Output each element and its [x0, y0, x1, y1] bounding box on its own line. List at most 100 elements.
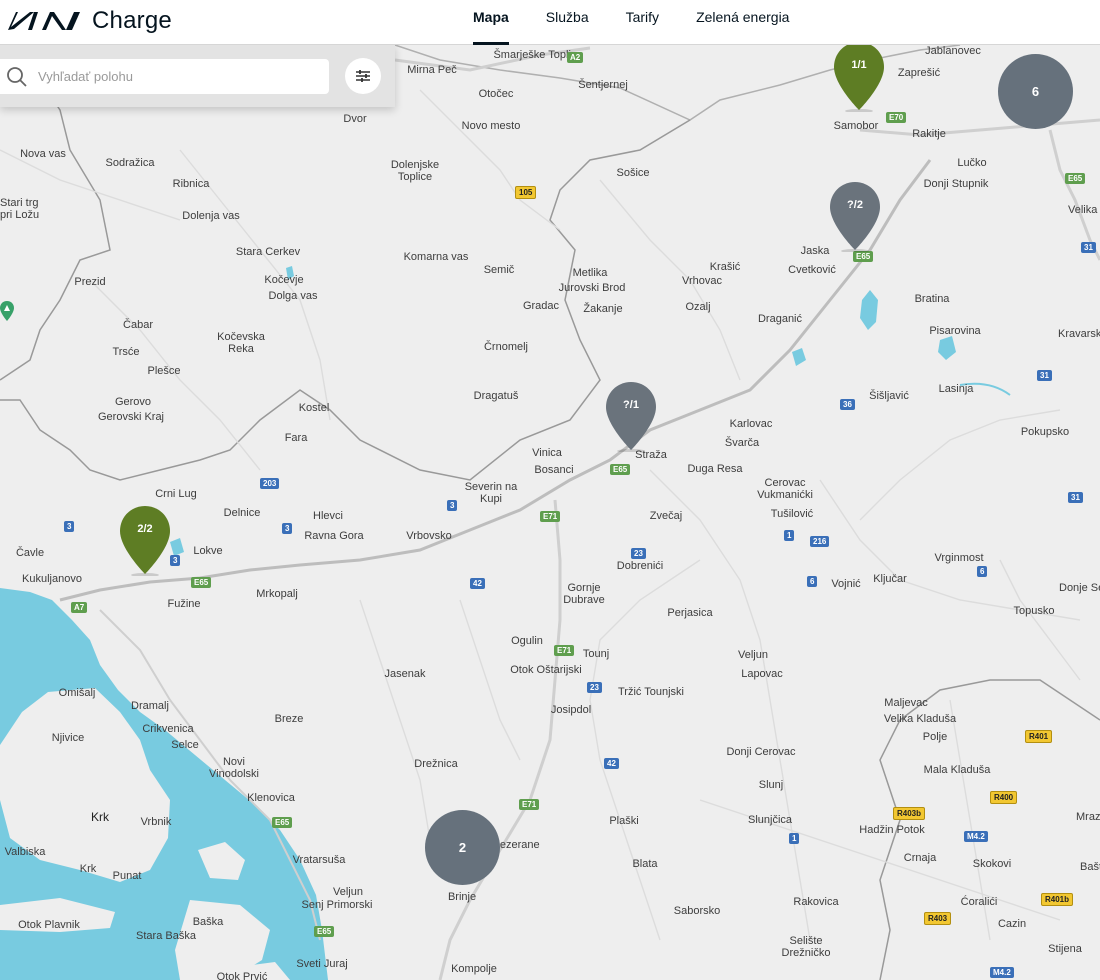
place-label: Mala Kladuša	[923, 764, 991, 776]
place-label: Donje Selo	[1059, 582, 1100, 594]
road-shield: R401b	[1041, 893, 1074, 906]
place-label: Stara Cerkev	[235, 246, 301, 258]
place-label: Crikvenica	[142, 723, 194, 735]
poi-marker-icon[interactable]	[0, 301, 14, 323]
place-label: Samobor	[833, 120, 879, 132]
place-label: Crni Lug	[155, 488, 197, 500]
filter-button[interactable]	[345, 58, 381, 94]
place-label: Crnaja	[903, 852, 937, 864]
place-label: Otočec	[478, 88, 514, 100]
place-label: Lokve	[193, 545, 223, 557]
filter-sliders-icon	[356, 70, 370, 82]
nav-tarify[interactable]: Tarify	[626, 0, 659, 44]
location-search-input[interactable]	[36, 68, 310, 85]
place-label: Tounj	[582, 648, 610, 660]
nav-zelena-energia[interactable]: Zelená energia	[696, 0, 789, 44]
road-shield: 31	[1037, 370, 1052, 381]
place-label: Kravarsko	[1058, 328, 1100, 340]
kia-charge-logo[interactable]: Charge	[6, 6, 172, 36]
place-label: Kompolje	[451, 963, 497, 975]
map-pin-icon	[830, 182, 880, 252]
map-canvas[interactable]: Šmarješke Toplice Mirna Peč Šentjernej O…	[0, 45, 1100, 980]
kia-logo-icon	[8, 12, 80, 30]
road-shield: M4.2	[964, 831, 988, 842]
road-shield: 31	[1068, 492, 1083, 503]
road-shield: 3	[282, 523, 293, 534]
place-label: Cazin	[997, 918, 1027, 930]
road-shield: 1	[789, 833, 800, 844]
place-label: Selce	[171, 739, 199, 751]
place-label: Baška	[192, 916, 224, 928]
place-label: Nova vas	[20, 148, 66, 160]
place-label: Rakitje	[912, 128, 946, 140]
place-label: Stijena	[1048, 943, 1082, 955]
map-pin-icon	[606, 382, 656, 452]
place-label: Otok Oštarijski	[510, 664, 582, 676]
place-label: Mrkopalj	[256, 588, 298, 600]
search-box[interactable]	[0, 59, 329, 94]
nav-mapa[interactable]: Mapa	[473, 0, 509, 45]
place-label: Brinje	[447, 891, 477, 903]
place-label: Čavle	[15, 547, 45, 559]
place-label: Pokupsko	[1020, 426, 1070, 438]
place-label: Slunjčica	[747, 814, 793, 826]
top-header: Charge Mapa Služba Tarify Zelená energia	[0, 0, 1100, 45]
place-label: Pisarovina	[929, 325, 981, 337]
road-shield: E71	[519, 799, 540, 810]
road-shield: 42	[604, 758, 619, 769]
place-label: Vratarsuša	[292, 854, 346, 866]
road-shield: E70	[886, 112, 907, 123]
place-label: Kočevje	[264, 274, 304, 286]
place-label: Donji Cerovac	[726, 746, 796, 758]
station-cluster[interactable]: 2	[425, 810, 500, 885]
road-shield: A7	[71, 602, 88, 613]
road-shield: E65	[191, 577, 212, 588]
charging-station-marker[interactable]: 2/2	[118, 504, 172, 576]
charging-station-marker[interactable]: 1/1	[832, 45, 886, 112]
place-label: Rakovica	[793, 896, 839, 908]
charging-station-marker[interactable]: ?/1	[604, 380, 658, 452]
map-pin-icon	[834, 45, 884, 112]
place-label: Prezid	[74, 276, 106, 288]
place-label: Ribnica	[172, 178, 210, 190]
station-cluster[interactable]: 6	[998, 54, 1073, 129]
charging-station-marker[interactable]: ?/2	[828, 180, 882, 252]
place-label: Gornje Dubrave	[563, 582, 605, 606]
road-shield: R403	[924, 912, 952, 925]
place-label: Donji Stupnik	[923, 178, 989, 190]
place-label: Vrhovac	[682, 275, 722, 287]
marker-availability-label: 2/2	[137, 523, 153, 535]
search-icon	[7, 66, 27, 87]
place-label: Lapovac	[741, 668, 783, 680]
road-shield: R403b	[893, 807, 926, 820]
search-panel	[0, 45, 395, 107]
place-label: Otok Plavnik	[18, 919, 80, 931]
place-label: Breze	[274, 713, 304, 725]
road-shield: 3	[447, 500, 458, 511]
place-label: Črnomelj	[483, 341, 529, 353]
place-label: Mraz	[1076, 811, 1100, 823]
road-shield: 23	[631, 548, 646, 559]
nav-sluzba[interactable]: Služba	[546, 0, 589, 44]
marker-availability-label: ?/2	[847, 199, 863, 211]
road-shield: 23	[587, 682, 602, 693]
road-shield: E65	[610, 464, 631, 475]
place-label: Hadžin Potok	[859, 824, 925, 836]
place-label: Delnice	[223, 507, 261, 519]
place-label: Vrbovsko	[406, 530, 452, 542]
place-label: Plaški	[609, 815, 639, 827]
road-shield: M4.2	[990, 967, 1014, 978]
place-label: Jezerane	[494, 839, 540, 851]
place-label: Semič	[483, 264, 515, 276]
place-label: Skokovi	[972, 858, 1012, 870]
place-label: Gerovski Kraj	[97, 411, 165, 423]
place-label: Stari trg pri Ložu	[0, 197, 40, 221]
place-label: Dvor	[343, 113, 367, 125]
road-shield: E71	[554, 645, 575, 656]
place-label: Selište Drežničko	[781, 935, 831, 959]
place-label: Krk	[79, 863, 97, 875]
place-label: Valbiska	[4, 846, 46, 858]
place-label: Veljun	[738, 649, 768, 661]
place-label: Gerovo	[114, 396, 152, 408]
place-label: Mirna Peč	[407, 64, 457, 76]
